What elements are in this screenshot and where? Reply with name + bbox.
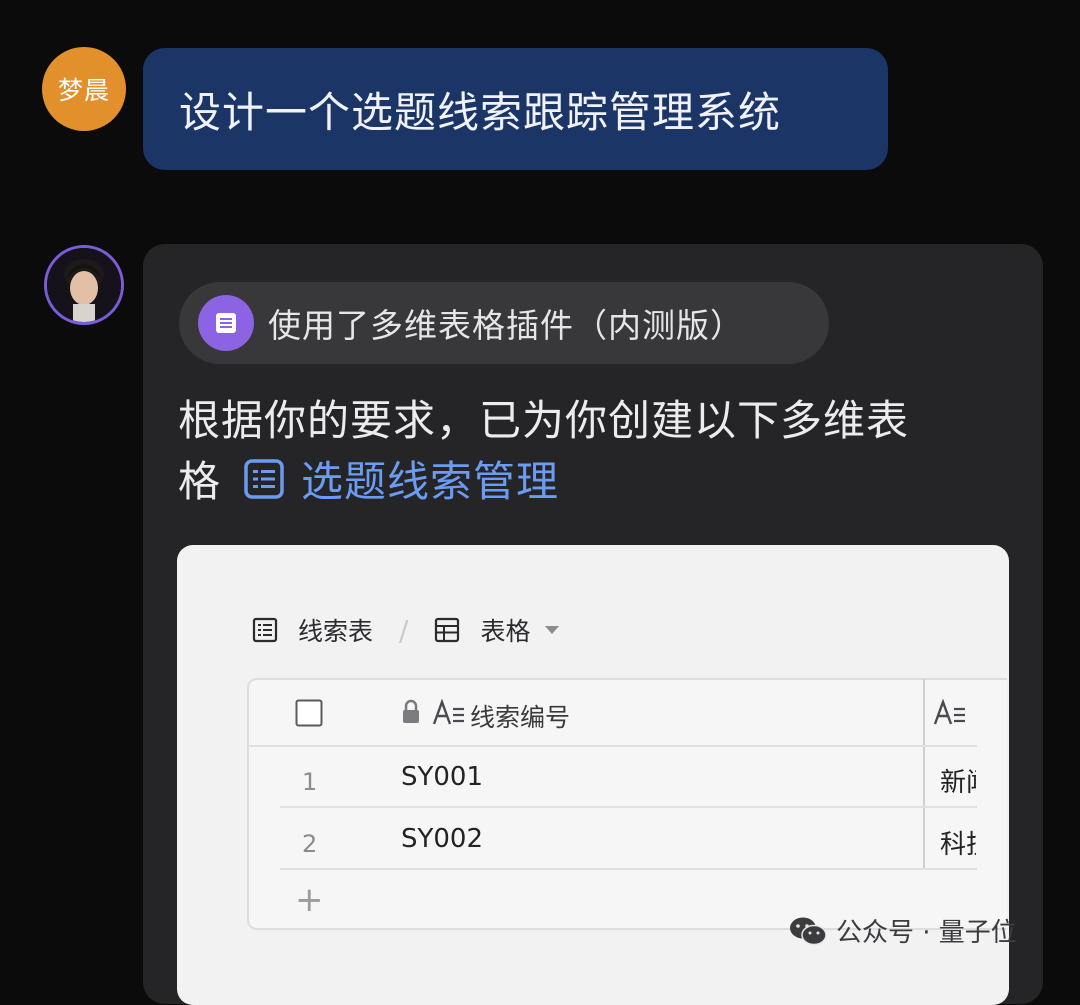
column-header-clue-id[interactable]: 线索编号 (470, 698, 570, 734)
document-link-icon (243, 455, 285, 516)
user-message-bubble: 设计一个选题线索跟踪管理系统 (143, 48, 888, 170)
select-all-checkbox[interactable] (295, 699, 323, 731)
cell-next-column[interactable]: 科技 (940, 824, 976, 861)
tab-view[interactable]: 表格 (434, 612, 580, 648)
plugin-usage-pill[interactable]: 使用了多维表格插件（内测版） (179, 282, 829, 364)
text-field-icon (432, 698, 466, 731)
user-avatar-text: 梦晨 (57, 76, 110, 105)
multidimensional-table-icon (198, 295, 254, 351)
row-divider (280, 806, 977, 808)
add-row-button[interactable]: + (295, 880, 324, 920)
cell-next-column[interactable]: 新闻 (940, 762, 976, 799)
table-tabs: 线索表 / 表格 (252, 606, 580, 654)
column-divider (923, 679, 925, 870)
reply-line-2: 格 选题线索管理 (178, 451, 1018, 516)
tab-view-label: 表格 (480, 617, 531, 646)
cell-clue-id[interactable]: SY002 (401, 824, 483, 854)
tab-sheet[interactable]: 线索表 (252, 612, 373, 648)
caret-down-icon[interactable] (544, 624, 560, 636)
text-field-icon (933, 699, 965, 725)
user-avatar[interactable]: 梦晨 (42, 47, 126, 131)
bot-avatar-portrait-icon (47, 248, 121, 322)
bot-avatar[interactable] (44, 245, 124, 325)
header-divider (249, 745, 977, 747)
wechat-icon (790, 917, 827, 945)
lock-icon (401, 699, 421, 729)
row-index: 1 (302, 768, 318, 796)
reply-line-1: 根据你的要求，已为你创建以下多维表 (178, 396, 910, 445)
data-grid (247, 678, 1007, 930)
bot-reply-text: 根据你的要求，已为你创建以下多维表 格 选题线索管理 (178, 390, 1018, 516)
watermark-text: 公众号 · 量子位 (836, 918, 1017, 948)
cell-clue-id[interactable]: SY001 (401, 762, 483, 792)
watermark: 公众号 · 量子位 (788, 912, 1017, 949)
row-divider (280, 868, 977, 870)
sheet-icon (252, 617, 278, 643)
next-column-header[interactable] (933, 699, 975, 731)
user-message-text: 设计一个选题线索跟踪管理系统 (179, 87, 782, 137)
tab-sheet-label: 线索表 (298, 617, 374, 646)
grid-view-icon (435, 617, 460, 643)
row-index: 2 (302, 830, 318, 858)
reply-line-2-prefix: 格 (178, 457, 222, 506)
tab-separator: / (399, 613, 409, 647)
table-link[interactable]: 选题线索管理 (301, 457, 559, 506)
plugin-usage-label: 使用了多维表格插件（内测版） (268, 306, 744, 345)
